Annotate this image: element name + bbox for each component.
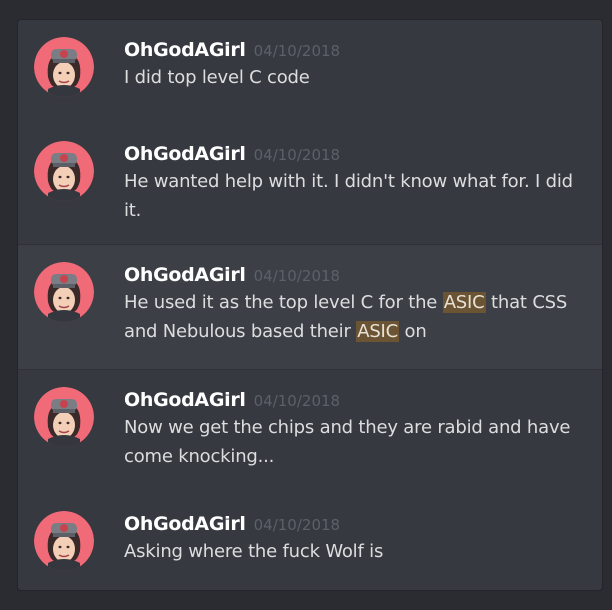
avatar[interactable] (34, 37, 94, 97)
avatar-icon (34, 262, 94, 322)
message-text: He wanted help with it. I didn't know wh… (124, 171, 573, 221)
avatar[interactable] (34, 387, 94, 447)
message-text: I did top level C code (124, 67, 310, 88)
message-content: He used it as the top level C for the AS… (124, 288, 582, 346)
message: OhGodAGirl 04/10/2018 I did top level C … (18, 20, 602, 124)
message-content: I did top level C code (124, 63, 582, 92)
keyword-highlight: ASIC (356, 321, 400, 342)
message-text: Asking where the fuck Wolf is (124, 541, 384, 562)
message: OhGodAGirl 04/10/2018 He wanted help wit… (18, 124, 602, 244)
author-name[interactable]: OhGodAGirl (124, 513, 246, 535)
message: OhGodAGirl 04/10/2018 Now we get the chi… (18, 370, 602, 494)
message: OhGodAGirl 04/10/2018 Asking where the f… (18, 494, 602, 590)
author-name[interactable]: OhGodAGirl (124, 389, 246, 411)
avatar-icon (34, 37, 94, 97)
message-header: OhGodAGirl 04/10/2018 (124, 262, 582, 288)
avatar-icon (34, 141, 94, 201)
timestamp: 04/10/2018 (253, 146, 341, 164)
message-highlighted: OhGodAGirl 04/10/2018 He used it as the … (18, 244, 602, 370)
message-content: He wanted help with it. I didn't know wh… (124, 167, 582, 225)
timestamp: 04/10/2018 (253, 267, 341, 285)
timestamp: 04/10/2018 (253, 42, 341, 60)
avatar[interactable] (34, 141, 94, 201)
message-text: He used it as the top level C for the (124, 292, 443, 313)
timestamp: 04/10/2018 (253, 516, 341, 534)
author-name[interactable]: OhGodAGirl (124, 264, 246, 286)
author-name[interactable]: OhGodAGirl (124, 39, 246, 61)
avatar[interactable] (34, 262, 94, 322)
author-name[interactable]: OhGodAGirl (124, 143, 246, 165)
message-header: OhGodAGirl 04/10/2018 (124, 37, 582, 63)
message-header: OhGodAGirl 04/10/2018 (124, 511, 582, 537)
avatar[interactable] (34, 511, 94, 571)
message-content: Asking where the fuck Wolf is (124, 537, 582, 566)
message-text: Now we get the chips and they are rabid … (124, 417, 571, 467)
message-list: OhGodAGirl 04/10/2018 I did top level C … (17, 19, 603, 591)
message-header: OhGodAGirl 04/10/2018 (124, 141, 582, 167)
keyword-highlight: ASIC (442, 292, 486, 313)
avatar-icon (34, 511, 94, 571)
message-text: on (399, 321, 427, 342)
timestamp: 04/10/2018 (253, 392, 341, 410)
message-header: OhGodAGirl 04/10/2018 (124, 387, 582, 413)
avatar-icon (34, 387, 94, 447)
message-content: Now we get the chips and they are rabid … (124, 413, 582, 471)
